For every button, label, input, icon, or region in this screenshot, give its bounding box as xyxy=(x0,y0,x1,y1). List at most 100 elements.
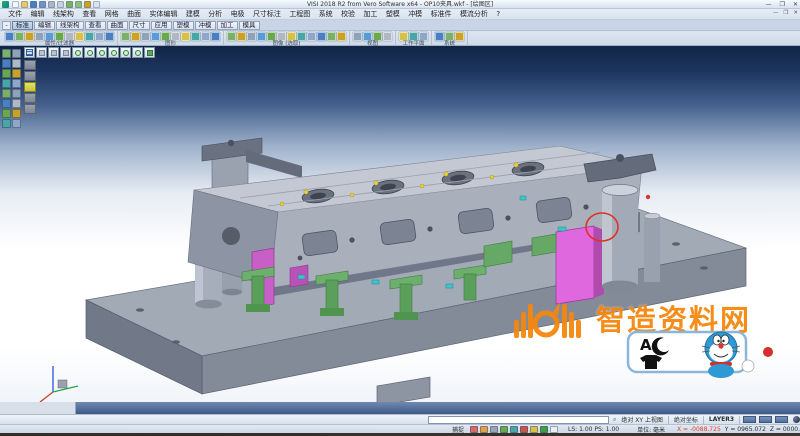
select-polygon-icon[interactable] xyxy=(257,32,266,41)
side-view-icon[interactable] xyxy=(373,32,382,41)
rotate-icon[interactable] xyxy=(108,47,119,58)
print-preview-icon[interactable] xyxy=(57,1,64,8)
text-icon[interactable] xyxy=(2,119,11,128)
tab-wireframe[interactable]: 线架构 xyxy=(56,21,84,30)
viewport-button-2[interactable] xyxy=(759,416,772,423)
doc-minimize-button[interactable]: — xyxy=(773,10,779,16)
zoom-all-icon[interactable] xyxy=(72,47,83,58)
front-view-icon[interactable] xyxy=(363,32,372,41)
menu-item-help[interactable]: ? xyxy=(492,10,504,18)
tab-surface[interactable]: 曲面 xyxy=(107,21,128,30)
iso-view-icon[interactable] xyxy=(132,47,143,58)
layer-filter-icon[interactable] xyxy=(35,32,44,41)
menu-item-view[interactable]: 查看 xyxy=(78,9,100,19)
surface-filter-icon[interactable] xyxy=(65,32,74,41)
tab-dimension[interactable]: 尺寸 xyxy=(129,21,150,30)
render-mode-icon[interactable] xyxy=(793,416,800,423)
zoom-window-icon[interactable] xyxy=(151,32,160,41)
menu-item-analysis[interactable]: 分析 xyxy=(204,9,226,19)
shade-icon[interactable] xyxy=(201,32,210,41)
menu-item-wireframe[interactable]: 线架构 xyxy=(49,9,78,19)
offset-icon[interactable] xyxy=(12,89,21,98)
zoom-window-icon[interactable] xyxy=(84,47,95,58)
search-icon[interactable]: ⌕ xyxy=(613,416,616,424)
flag-icon[interactable] xyxy=(500,426,508,433)
plane-icon[interactable] xyxy=(36,47,47,58)
zoom-all-icon[interactable] xyxy=(161,32,170,41)
select-all-icon[interactable] xyxy=(287,32,296,41)
arc-icon[interactable] xyxy=(2,69,11,78)
workplane-3pt-icon[interactable] xyxy=(419,32,428,41)
top-view-icon[interactable] xyxy=(353,32,362,41)
front-view-icon[interactable] xyxy=(120,47,131,58)
menu-item-surface[interactable]: 曲面 xyxy=(123,9,145,19)
point-icon[interactable] xyxy=(2,49,11,58)
customize-dropdown-icon[interactable] xyxy=(93,1,100,8)
new-icon[interactable] xyxy=(12,1,19,8)
color-filter-icon[interactable] xyxy=(5,32,14,41)
spline-icon[interactable] xyxy=(2,109,11,118)
save-all-icon[interactable] xyxy=(39,1,46,8)
menu-item-machining[interactable]: 加工 xyxy=(359,9,381,19)
report-icon[interactable] xyxy=(470,426,478,433)
select-body-icon[interactable] xyxy=(24,71,36,81)
reset-filter-icon[interactable] xyxy=(105,32,114,41)
select-face-icon[interactable] xyxy=(24,60,36,70)
select-layer-icon[interactable] xyxy=(277,32,286,41)
tab-view[interactable]: 查看 xyxy=(85,21,106,30)
viewport-button-1[interactable] xyxy=(743,416,756,423)
workplane-xy-icon[interactable] xyxy=(399,32,408,41)
menu-item-standard-parts[interactable]: 标准件 xyxy=(426,9,455,19)
rotate-copy-icon[interactable] xyxy=(12,119,21,128)
pan-icon[interactable] xyxy=(171,32,180,41)
menu-item-mold[interactable]: 塑模 xyxy=(382,9,404,19)
print-icon[interactable] xyxy=(48,1,55,8)
line-width-icon[interactable] xyxy=(25,32,34,41)
minimize-button[interactable]: — xyxy=(766,1,772,8)
collapse-ribbon-button[interactable]: - xyxy=(2,21,11,30)
redo-icon[interactable] xyxy=(75,1,82,8)
menu-item-edit[interactable]: 编辑 xyxy=(26,9,48,19)
mirror-icon[interactable] xyxy=(12,99,21,108)
menu-item-verify[interactable]: 校验 xyxy=(337,9,359,19)
deselect-icon[interactable] xyxy=(297,32,306,41)
menu-item-electrode[interactable]: 电极 xyxy=(226,9,248,19)
grid-icon[interactable] xyxy=(24,47,35,58)
save-icon[interactable] xyxy=(30,1,37,8)
measure-icon[interactable] xyxy=(490,426,498,433)
menu-item-moldflow[interactable]: 模流分析 xyxy=(456,9,492,19)
curve-filter-icon[interactable] xyxy=(55,32,64,41)
copy-icon[interactable] xyxy=(84,1,91,8)
line-icon[interactable] xyxy=(2,59,11,68)
3d-model-viewport[interactable]: 智造资料网 A xyxy=(0,46,800,414)
solid-filter-icon[interactable] xyxy=(75,32,84,41)
arrow-icon[interactable] xyxy=(48,47,59,58)
box-icon[interactable] xyxy=(60,47,71,58)
select-single-icon[interactable] xyxy=(227,32,236,41)
select-chain-icon[interactable] xyxy=(237,32,246,41)
text-style-icon[interactable] xyxy=(520,426,528,433)
select-color-icon[interactable] xyxy=(267,32,276,41)
trim-icon[interactable] xyxy=(12,49,21,58)
color-swatch-icon[interactable] xyxy=(480,426,488,433)
move-icon[interactable] xyxy=(12,109,21,118)
menu-item-modeling[interactable]: 建模 xyxy=(182,9,204,19)
tab-machining[interactable]: 加工 xyxy=(217,21,238,30)
zoom-out-icon[interactable] xyxy=(141,32,150,41)
tab-mold[interactable]: 塑模 xyxy=(173,21,194,30)
menu-item-die[interactable]: 冲模 xyxy=(404,9,426,19)
menu-item-dimension[interactable]: 尺寸标注 xyxy=(249,9,285,19)
layer-indicator[interactable]: LAYER3 xyxy=(709,416,734,423)
fillet-icon[interactable] xyxy=(12,69,21,78)
workplane-align-icon[interactable] xyxy=(409,32,418,41)
menu-item-mesh[interactable]: 网格 xyxy=(101,9,123,19)
iso-view-icon[interactable] xyxy=(383,32,392,41)
menu-item-solid-edit[interactable]: 实体编辑 xyxy=(145,9,181,19)
circle-icon[interactable] xyxy=(2,79,11,88)
select-solid-icon[interactable] xyxy=(317,32,326,41)
select-window-icon[interactable] xyxy=(247,32,256,41)
open-icon[interactable] xyxy=(21,1,28,8)
crosshair-icon[interactable] xyxy=(550,426,558,433)
tree-icon[interactable] xyxy=(510,426,518,433)
workplane-indicator[interactable]: 绝对 XY 上视图 xyxy=(621,415,663,424)
